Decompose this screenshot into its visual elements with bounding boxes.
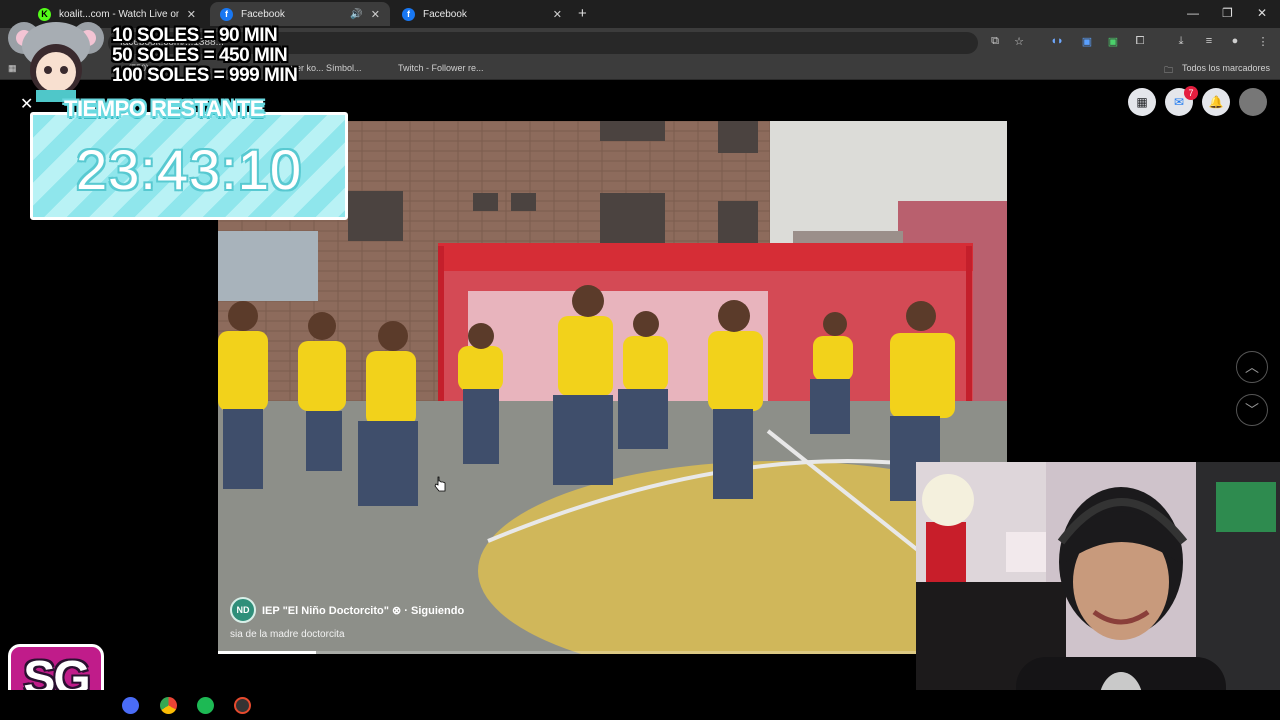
profile-icon[interactable]: ● (1226, 35, 1244, 51)
page-logo: ND (230, 597, 256, 623)
chrome-icon[interactable] (160, 697, 177, 714)
tab-facebook[interactable]: f Facebook ✕ (392, 2, 572, 26)
notification-badge: 7 (1184, 86, 1198, 100)
speaker-icon[interactable]: 🔊 (350, 9, 362, 20)
donation-line: 100 SOLES = 999 MIN (112, 65, 298, 86)
facebook-icon: f (402, 7, 415, 21)
koala-avatar-icon (8, 22, 104, 102)
chevron-down-icon[interactable]: ﹀ (1236, 394, 1268, 426)
donation-rates: 10 SOLES = 90 MIN 50 SOLES = 450 MIN 100… (112, 26, 342, 86)
download-icon[interactable]: ⤓ (1172, 35, 1190, 51)
donation-line: 50 SOLES = 450 MIN (112, 45, 288, 66)
extensions-puzzle-icon[interactable]: ⧠ (1131, 35, 1149, 51)
obs-icon[interactable] (234, 697, 251, 714)
restore-icon[interactable]: ❐ (1222, 6, 1233, 20)
webcam-frame (916, 462, 1280, 720)
post-caption: sia de la madre doctorcita (230, 629, 345, 640)
menu-icon[interactable]: ⋮ (1254, 35, 1272, 51)
close-tab-icon[interactable]: ✕ (371, 8, 380, 21)
video-progress-bar[interactable] (218, 651, 916, 654)
minimize-icon[interactable]: — (1187, 6, 1199, 20)
new-tab-button[interactable]: + (578, 5, 587, 22)
bell-icon[interactable]: 🔔 (1202, 88, 1230, 116)
close-icon[interactable]: ✕ (20, 94, 33, 114)
install-icon[interactable]: ⧉ (986, 35, 1004, 51)
app-icon[interactable] (122, 697, 139, 714)
video-progress-fill (218, 651, 316, 654)
spotify-icon[interactable] (197, 697, 214, 714)
timer-title: TIEMPO RESTANTE (64, 96, 264, 121)
webcam-feed (916, 462, 1280, 720)
media-icon[interactable]: ≡ (1200, 35, 1218, 51)
countdown-timer: 23:43:10 (76, 138, 302, 201)
extension-icon[interactable]: ▣ (1078, 35, 1096, 51)
bookmark-star-icon[interactable]: ☆ (1010, 35, 1028, 51)
menu-grid-icon[interactable]: ▦ (1128, 88, 1156, 116)
extension-icon[interactable]: ◖◗ (1048, 35, 1066, 51)
tab-strip: K koalit...com - Watch Live on K ✕ f Fac… (0, 0, 1280, 28)
facebook-icon: f (220, 7, 233, 21)
screen: K koalit...com - Watch Live on K ✕ f Fac… (0, 0, 1280, 720)
tab-title: Facebook (423, 8, 467, 20)
tab-facebook-active[interactable]: f Facebook 🔊 ✕ (210, 2, 390, 26)
close-window-icon[interactable]: ✕ (1257, 6, 1267, 20)
extension-icon[interactable]: ▣ (1104, 35, 1122, 51)
avatar[interactable] (1239, 88, 1267, 116)
tab-title: Facebook (241, 8, 285, 20)
folder-icon: 🗀 (1164, 65, 1174, 75)
donation-line: 10 SOLES = 90 MIN (112, 25, 278, 46)
all-bookmarks[interactable]: Todos los marcadores (1182, 63, 1270, 73)
bookmark-item[interactable]: Twitch - Follower re... (398, 63, 484, 73)
page-name[interactable]: IEP "El Niño Doctorcito" ⊗ · Siguiendo (262, 604, 464, 617)
chevron-up-icon[interactable]: ︿ (1236, 351, 1268, 383)
post-author[interactable]: ND IEP "El Niño Doctorcito" ⊗ · Siguiend… (230, 597, 464, 623)
hand-cursor-icon (434, 476, 446, 492)
close-tab-icon[interactable]: ✕ (187, 8, 196, 21)
close-tab-icon[interactable]: ✕ (553, 8, 562, 21)
taskbar (0, 690, 1280, 720)
